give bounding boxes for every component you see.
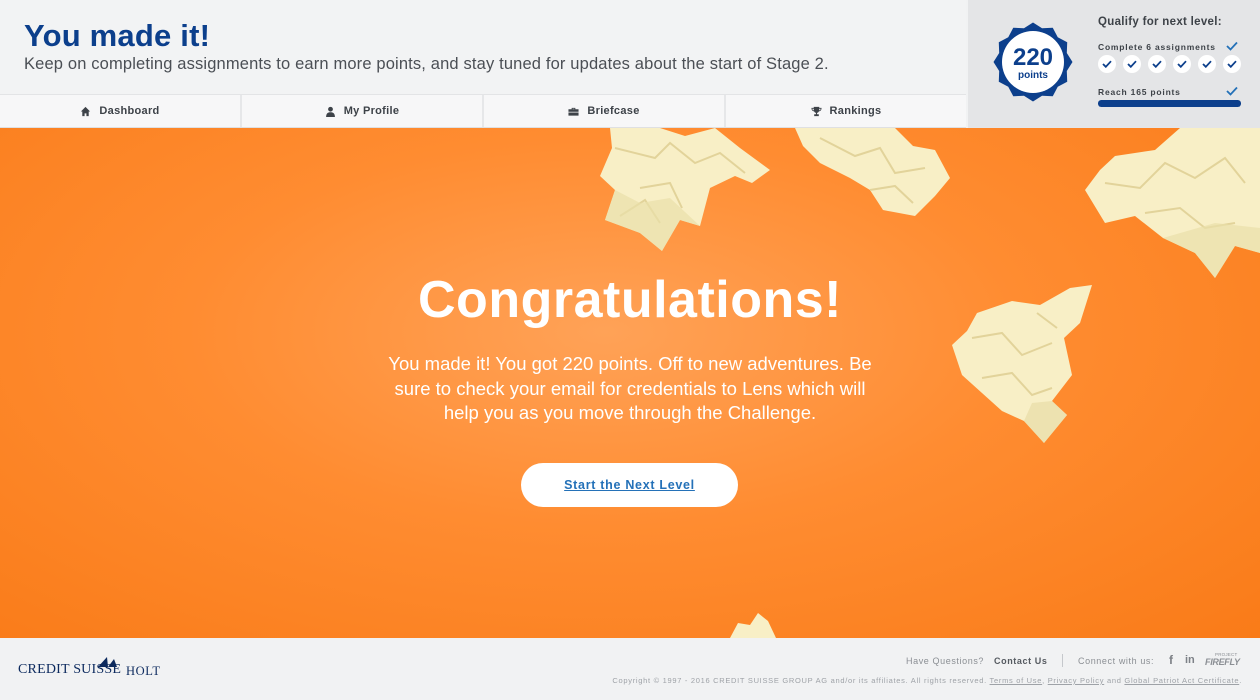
points-unit: points — [1018, 70, 1048, 81]
facebook-icon[interactable]: f — [1169, 653, 1173, 667]
briefcase-icon — [568, 107, 579, 116]
sails-icon — [98, 657, 117, 667]
hero-banner: Congratulations! You made it! You got 22… — [0, 128, 1260, 638]
and-text: and — [1106, 676, 1122, 685]
footer-divider — [1062, 654, 1063, 667]
questions-label: Have Questions? — [906, 656, 985, 666]
connect-label: Connect with us: — [1078, 656, 1155, 666]
congrats-message: You made it! You got 220 points. Off to … — [388, 353, 872, 423]
firefly-text: FIREFLY — [1205, 657, 1240, 667]
points-progress-bar — [1098, 100, 1241, 107]
start-next-level-button[interactable]: Start the Next Level — [521, 463, 738, 507]
crumpled-paper-image — [1085, 128, 1260, 278]
home-icon — [81, 106, 91, 116]
page-header: You made it! Keep on completing assignme… — [0, 0, 966, 94]
start-next-level-label: Start the Next Level — [564, 478, 695, 492]
patriot-act-link[interactable]: Global Patriot Act Certificate — [1124, 676, 1239, 685]
assignment-dot — [1123, 55, 1141, 73]
user-icon — [325, 106, 335, 117]
check-icon — [1226, 86, 1238, 96]
check-icon — [1226, 41, 1238, 51]
page-footer: CREDIT SUISSE HOLT Have Questions? Conta… — [0, 638, 1260, 700]
terms-of-use-link[interactable]: Terms of Use — [990, 676, 1043, 685]
period-text: . — [1239, 676, 1242, 685]
check-icon — [1177, 60, 1187, 68]
main-nav: Dashboard My Profile Briefcase Rankings — [0, 94, 966, 128]
nav-item-label: My Profile — [343, 105, 400, 117]
copyright-text: Copyright © 1997 - 2016 CREDIT SUISSE GR… — [612, 676, 987, 685]
crumpled-paper-image — [600, 128, 770, 251]
assignment-dot — [1198, 55, 1216, 73]
linkedin-icon[interactable]: in — [1185, 654, 1195, 666]
assignment-dot — [1098, 55, 1116, 73]
points-panel: 220 points Qualify for next level: Compl… — [968, 0, 1260, 128]
check-icon — [1127, 60, 1137, 68]
points-badge: 220 points — [993, 22, 1073, 102]
crumpled-paper-image — [795, 128, 950, 216]
contact-us-link[interactable]: Contact Us — [994, 656, 1048, 666]
nav-item-label: Rankings — [829, 105, 882, 117]
qualify-title: Qualify for next level: — [1098, 16, 1222, 28]
assignment-dot — [1148, 55, 1166, 73]
check-icon — [1102, 60, 1112, 68]
check-icon — [1227, 60, 1237, 68]
points-progress-fill — [1098, 100, 1241, 107]
page-subtitle: Keep on completing assignments to earn m… — [24, 55, 829, 73]
nav-item-rankings[interactable]: Rankings — [726, 95, 966, 127]
credit-suisse-holt-logo: CREDIT SUISSE HOLT — [18, 656, 168, 684]
check-icon — [1152, 60, 1162, 68]
privacy-policy-link[interactable]: Privacy Policy — [1048, 676, 1104, 685]
points-value: 220 — [1012, 44, 1054, 71]
crumpled-paper-image — [730, 613, 776, 638]
trophy-icon — [810, 106, 822, 116]
check-icon — [1202, 60, 1212, 68]
assignment-dot — [1173, 55, 1191, 73]
nav-item-label: Briefcase — [587, 105, 640, 117]
nav-item-label: Dashboard — [99, 105, 160, 117]
points-requirement-label: Reach 165 points — [1098, 87, 1181, 97]
nav-item-my-profile[interactable]: My Profile — [242, 95, 484, 127]
copyright-line: Copyright © 1997 - 2016 CREDIT SUISSE GR… — [612, 676, 1242, 685]
logo-product-text: HOLT — [126, 664, 161, 678]
project-firefly-logo[interactable]: PROJECT FIREFLY — [1205, 651, 1241, 669]
assignment-dots — [1098, 55, 1241, 73]
assignment-dot — [1223, 55, 1241, 73]
nav-item-briefcase[interactable]: Briefcase — [484, 95, 726, 127]
congrats-heading: Congratulations! — [418, 271, 842, 329]
page-title: You made it! — [24, 18, 211, 53]
nav-item-dashboard[interactable]: Dashboard — [0, 95, 242, 127]
assignments-requirement-label: Complete 6 assignments — [1098, 42, 1216, 52]
